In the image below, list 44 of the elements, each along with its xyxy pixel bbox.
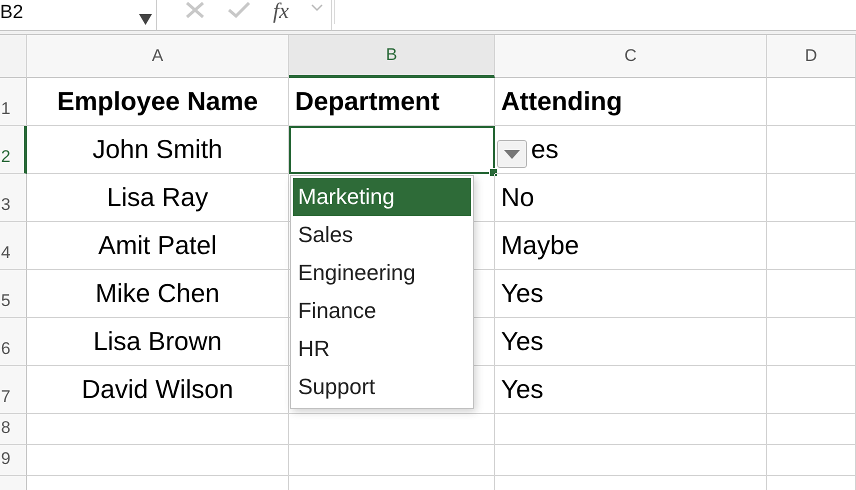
dropdown-arrow-icon (504, 150, 520, 158)
row-header[interactable]: 5 (0, 270, 27, 318)
row-header[interactable]: 4 (0, 222, 27, 270)
dropdown-arrow-icon (139, 14, 152, 25)
chevron-icon[interactable] (310, 4, 323, 12)
dropdown-option[interactable]: Sales (293, 216, 471, 254)
table-cell: Maybe (495, 222, 767, 270)
table-cell: John Smith (27, 126, 289, 174)
checkmark-icon[interactable] (227, 2, 251, 18)
dropdown-option[interactable]: Support (293, 368, 471, 406)
table-cell: Employee Name (27, 78, 289, 126)
row-header[interactable]: 2 (0, 126, 27, 174)
column-header[interactable]: B (289, 35, 495, 78)
row-header[interactable]: 8 (0, 414, 27, 445)
dropdown-option[interactable]: HR (293, 330, 471, 368)
row-header[interactable]: 7 (0, 366, 27, 414)
name-box[interactable]: B2 (0, 0, 157, 30)
row-header[interactable] (0, 476, 27, 490)
table-cell: Yes (495, 270, 767, 318)
dropdown-option[interactable]: Marketing (293, 178, 471, 216)
table-cell: Amit Patel (27, 222, 289, 270)
row-header[interactable]: 3 (0, 174, 27, 222)
table-cell: Yes (495, 318, 767, 366)
column-header[interactable]: C (495, 35, 767, 78)
table-cell: Mike Chen (27, 270, 289, 318)
table-cell: Yes (495, 366, 767, 414)
column-header[interactable]: A (27, 35, 289, 78)
cancel-icon[interactable] (185, 2, 205, 18)
dropdown-option[interactable]: Engineering (293, 254, 471, 292)
row-header[interactable]: 1 (0, 78, 27, 126)
table-cell: Attending (495, 78, 767, 126)
function-button[interactable]: fx (273, 0, 289, 24)
table-cell: Lisa Brown (27, 318, 289, 366)
table-cell: Department (289, 78, 495, 126)
table-cell: David Wilson (27, 366, 289, 414)
fill-handle[interactable] (489, 168, 498, 177)
table-cell: Lisa Ray (27, 174, 289, 222)
column-header[interactable]: D (767, 35, 856, 78)
select-all-button[interactable] (0, 35, 27, 78)
dropdown-button[interactable] (497, 140, 527, 168)
row-header[interactable]: 9 (0, 445, 27, 476)
table-cell: No (495, 174, 767, 222)
row-header[interactable]: 6 (0, 318, 27, 366)
dropdown-option[interactable]: Finance (293, 292, 471, 330)
